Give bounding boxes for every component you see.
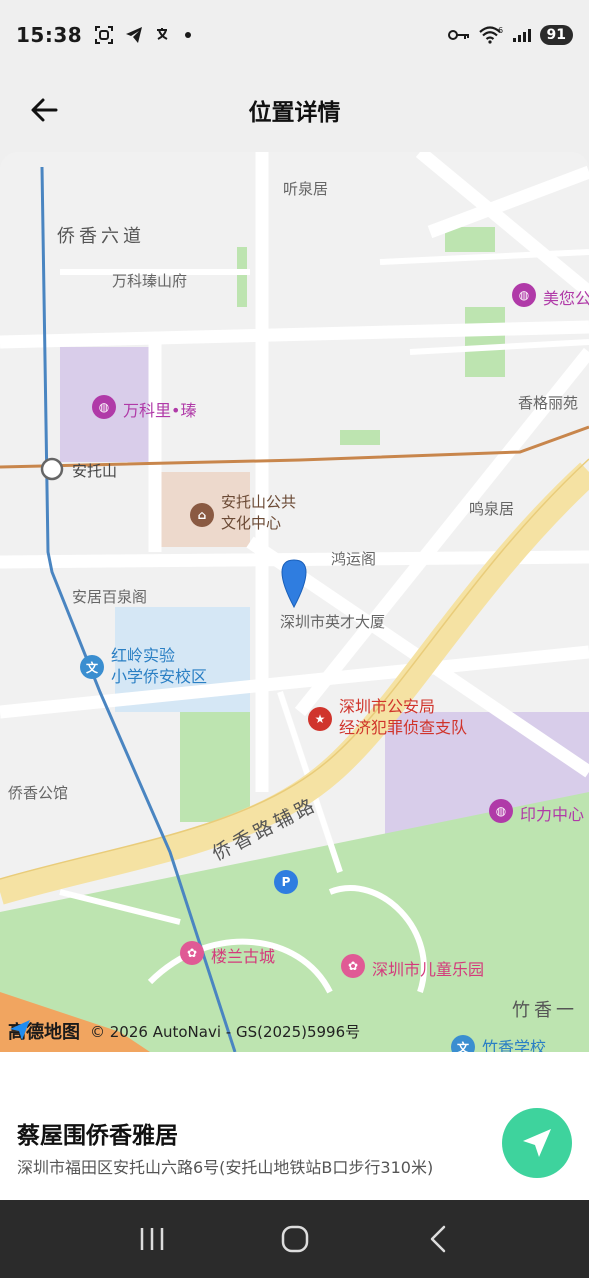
map-label: 深圳市英才大厦 [280,613,386,631]
map-label: 万科里•瑧 [123,401,197,420]
place-info-panel: 蔡屋围侨香雅居 深圳市福田区安托山六路6号(安托山地铁站B口步行310米) [0,1052,589,1200]
map-label: 鸣泉居 [469,500,515,518]
school-icon: 文 [451,1035,475,1052]
map-copyright: © 2026 AutoNavi - GS(2025)5996号 [90,1022,361,1041]
navigation-arrow-icon [523,1129,551,1157]
map-label: 深圳市儿童乐园 [372,960,485,979]
place-address: 深圳市福田区安托山六路6号(安托山地铁站B口步行310米) [17,1158,434,1177]
attraction-icon: ✿ [341,954,365,978]
shopping-bag-icon: ◍ [92,395,116,419]
status-notification-icons [94,25,192,45]
wifi-icon: 6 [478,26,503,44]
museum-icon: ⌂ [190,503,214,527]
back-chevron-icon [430,1225,445,1253]
map-label: 深圳市公安局 经济犯罪侦查支队 [339,697,468,737]
shopping-bag-icon: ◍ [512,283,536,307]
map-label: 侨香六道 [57,226,145,247]
back-button[interactable] [26,92,62,128]
map-label: 安托山 [72,462,118,480]
map-label: 听泉居 [283,180,329,198]
system-nav-bar [0,1200,589,1278]
map-view[interactable]: 听泉居 侨香六道 万科瑧山府 ◍ 美您公 ◍ 万科里•瑧 香格丽苑 安托山 ⌂ … [0,152,589,1052]
svg-text:6: 6 [498,26,503,35]
top-app-bar: 位置详情 [0,70,589,150]
dot-icon [185,32,192,38]
map-label: 红岭实验 小学侨安校区 [111,646,208,686]
parking-icon: P [274,870,298,894]
map-label: 香格丽苑 [518,394,579,412]
status-right-icons: 6 91 [447,25,573,45]
cellular-signal-icon [512,29,531,42]
map-label: 安居百泉阁 [72,588,148,606]
back-nav-button[interactable] [418,1219,458,1259]
map-label: 万科瑧山府 [112,272,188,290]
map-label: 安托山公共 文化中心 [221,493,297,532]
map-label: 竹香一 [512,1000,578,1021]
telegram-icon [126,27,143,43]
key-icon [447,30,469,40]
attraction-icon: ✿ [180,941,204,965]
amap-logo-icon [10,1020,30,1040]
shopping-bag-icon: ◍ [489,799,513,823]
scan-icon [95,26,114,44]
status-time: 15:38 [16,23,83,47]
map-label: 侨香公馆 [8,784,69,802]
map-label: 竹香学校 [482,1038,547,1052]
map-label: 鸿运阁 [331,550,377,568]
map-attribution: 高德地图 © 2026 AutoNavi - GS(2025)5996号 [8,1018,360,1044]
map-label: 印力中心 [520,805,585,824]
navigate-button[interactable] [502,1108,572,1178]
place-name: 蔡屋围侨香雅居 [17,1123,178,1149]
map-label: 美您公 [543,289,589,308]
police-icon: ★ [308,707,332,731]
home-button[interactable] [275,1219,315,1259]
amap-logo: 高德地图 [8,1018,80,1044]
translate-icon [157,28,168,40]
arrow-left-icon [31,98,58,122]
status-bar: 15:38 6 91 [0,0,589,70]
page-title: 位置详情 [248,100,341,126]
school-icon: 文 [80,655,104,679]
recent-apps-icon [140,1228,163,1250]
map-label: 楼兰古城 [211,947,276,966]
battery-indicator: 91 [539,25,573,45]
home-icon [281,1225,308,1253]
recent-apps-button[interactable] [132,1219,172,1259]
